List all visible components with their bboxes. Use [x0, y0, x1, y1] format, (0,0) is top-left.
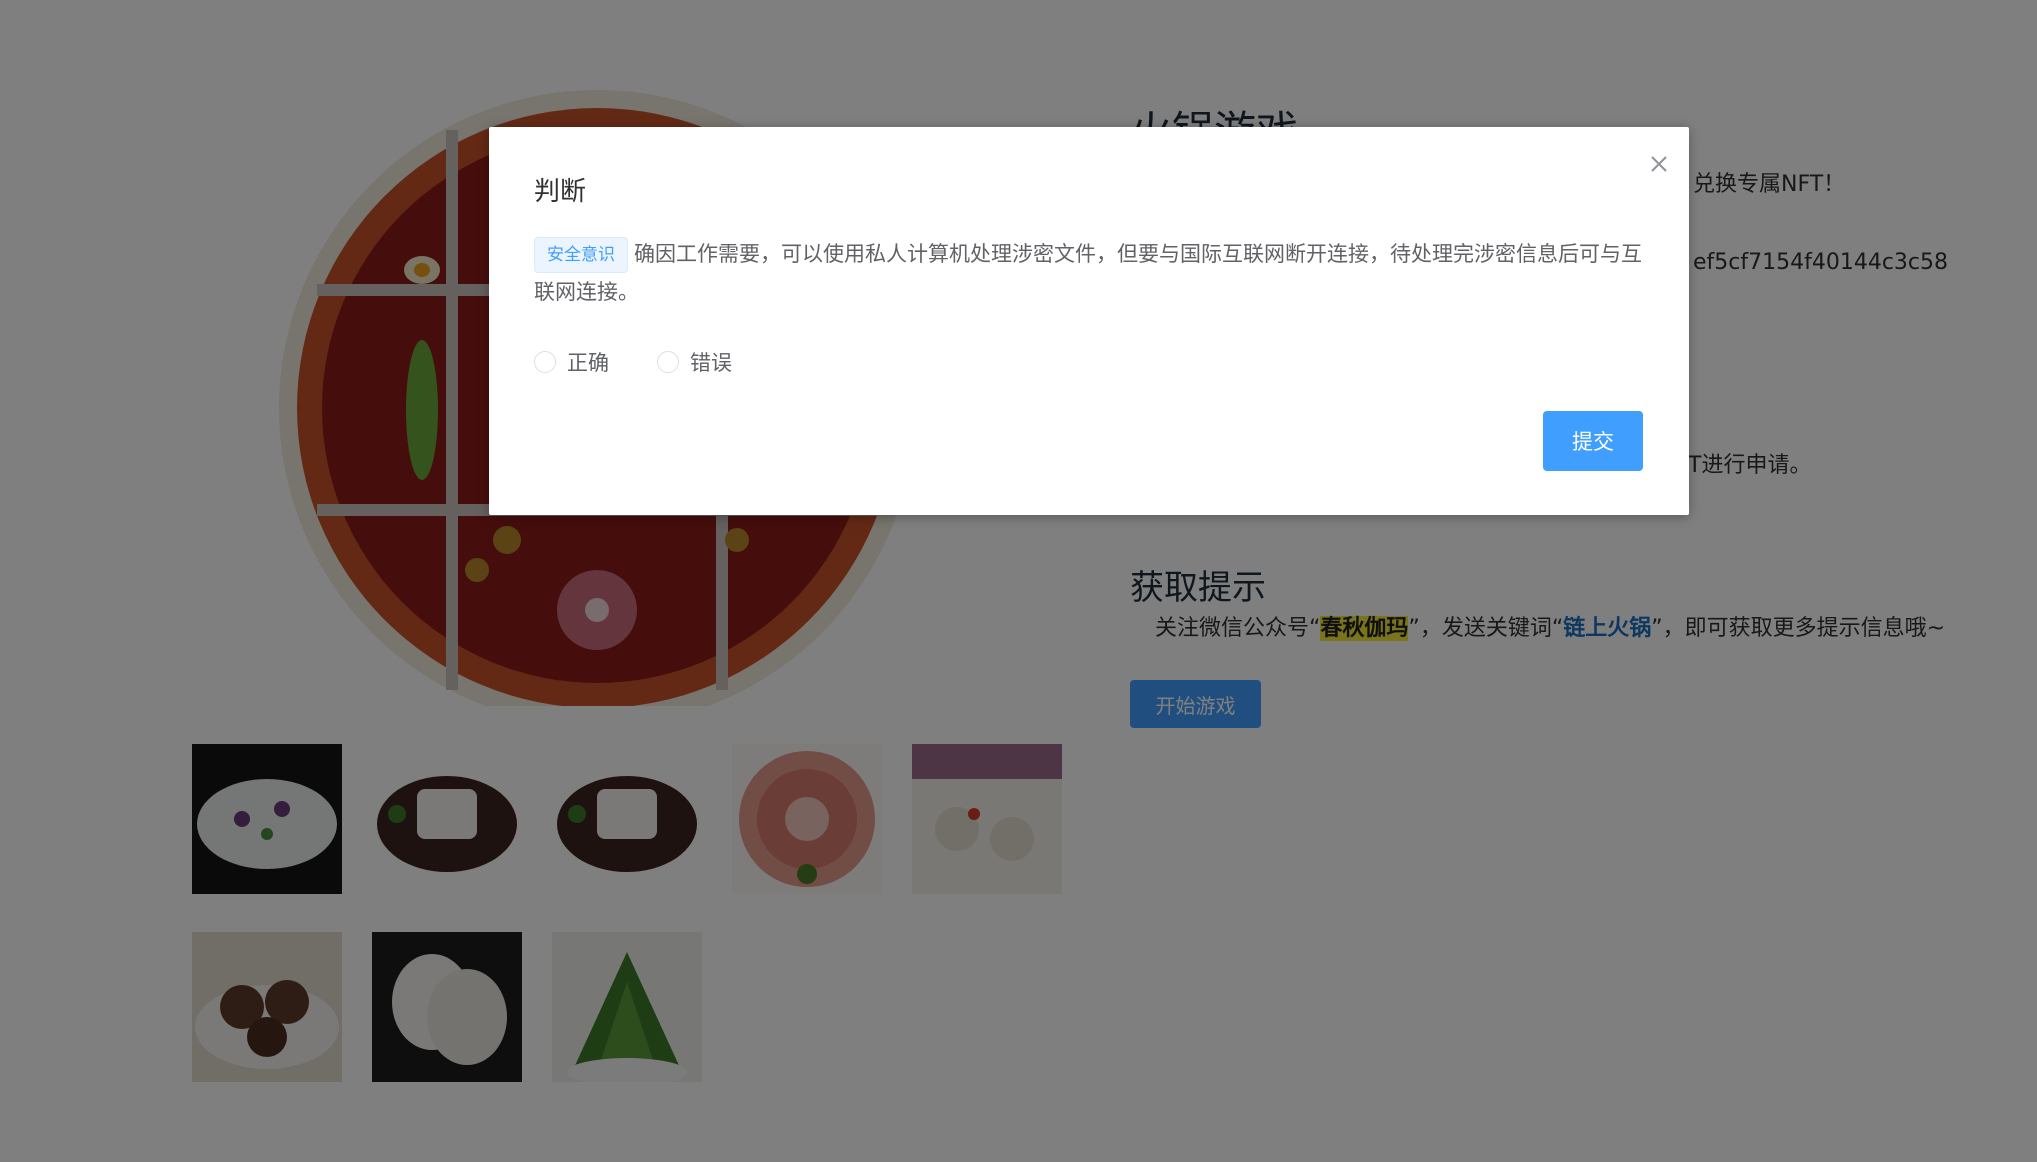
answer-options: 正确 错误 — [534, 347, 780, 377]
submit-button[interactable]: 提交 — [1543, 411, 1643, 471]
question-body: 确因工作需要，可以使用私人计算机处理涉密文件，但要与国际互联网断开连接，待处理完… — [534, 242, 1642, 304]
radio-circle-icon[interactable] — [657, 351, 679, 373]
option-label: 正确 — [567, 351, 609, 375]
question-text: 安全意识 确因工作需要，可以使用私人计算机处理涉密文件，但要与国际互联网断开连接，… — [534, 235, 1654, 311]
dialog-title: 判断 — [534, 177, 587, 207]
category-tag: 安全意识 — [534, 237, 628, 273]
judgement-dialog: 判断 安全意识 确因工作需要，可以使用私人计算机处理涉密文件，但要与国际互联网断开… — [489, 127, 1689, 515]
option-wrong[interactable]: 错误 — [657, 347, 732, 377]
option-label: 错误 — [690, 351, 732, 375]
radio-circle-icon[interactable] — [534, 351, 556, 373]
close-icon[interactable] — [1644, 149, 1674, 179]
option-correct[interactable]: 正确 — [534, 347, 609, 377]
